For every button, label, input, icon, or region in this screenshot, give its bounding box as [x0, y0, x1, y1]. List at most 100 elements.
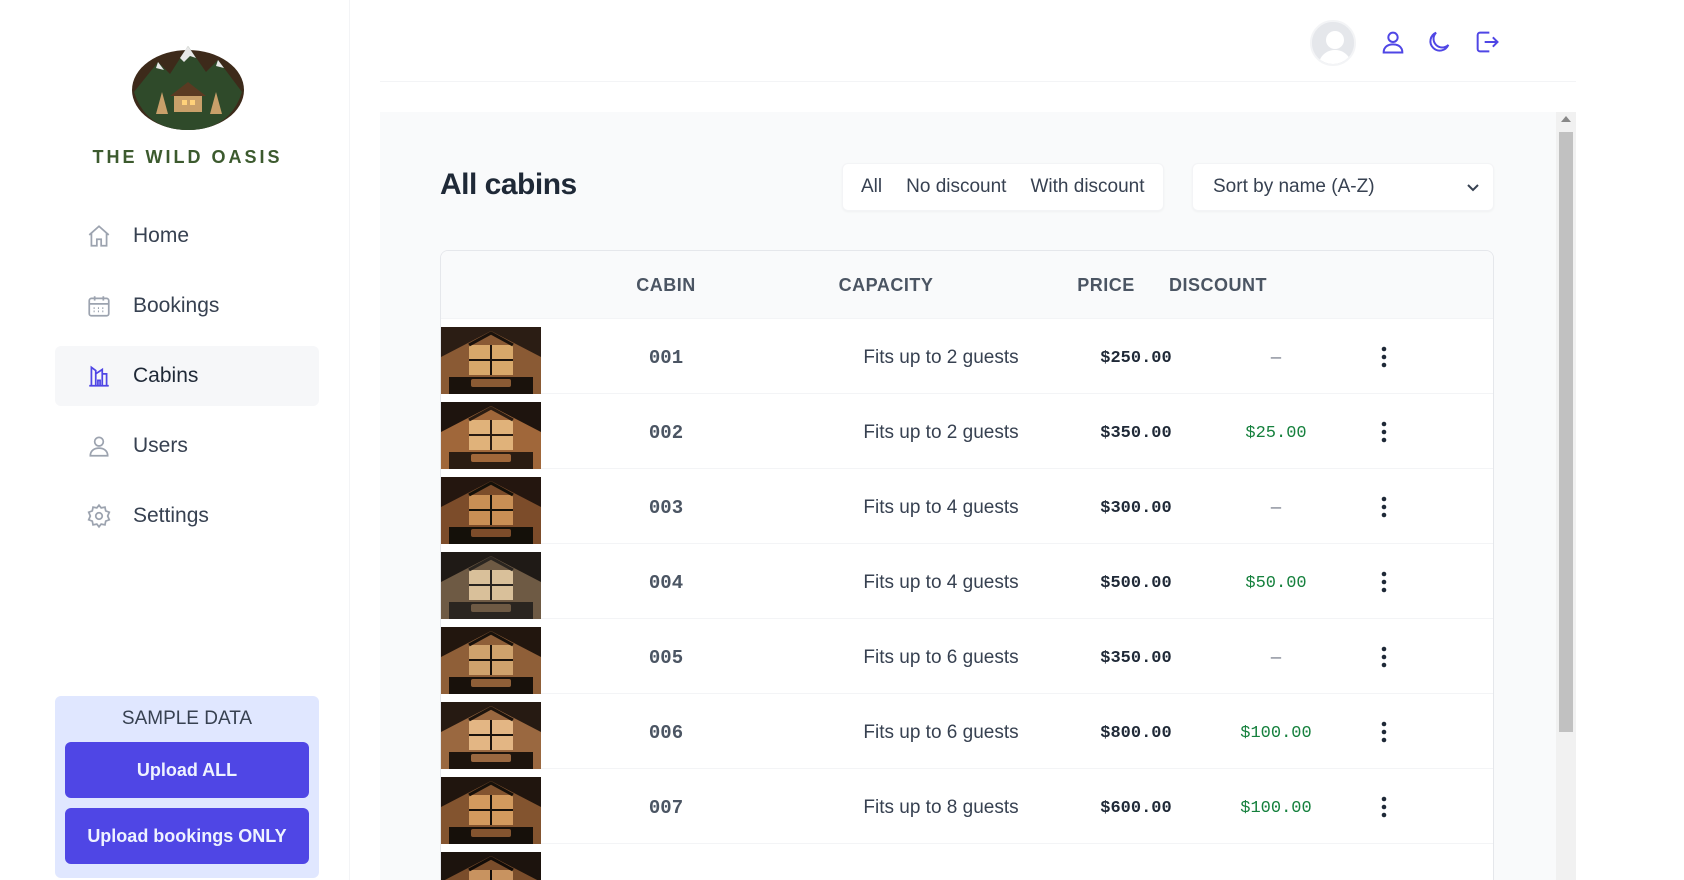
scrollbar[interactable] — [1556, 112, 1576, 880]
table-row: 003 Fits up to 4 guests $300.00 — — [441, 469, 1493, 544]
table-row: 007 Fits up to 8 guests $600.00 $100.00 — [441, 769, 1493, 844]
cabin-price: $600.00 — [1100, 799, 1172, 818]
cabin-name: 006 — [648, 722, 684, 744]
cabin-image — [441, 402, 541, 469]
upload-bookings-button[interactable]: Upload bookings ONLY — [65, 808, 309, 864]
brand-name: THE WILD OASIS — [92, 147, 283, 167]
cabin-discount: $100.00 — [1240, 799, 1312, 818]
cabin-icon — [85, 362, 113, 390]
kebab-menu-icon — [1381, 571, 1387, 593]
cabin-price: $350.00 — [1100, 649, 1172, 668]
upload-all-button[interactable]: Upload ALL — [65, 742, 309, 798]
row-menu-button[interactable] — [1371, 418, 1397, 446]
nav-item-settings[interactable]: Settings — [55, 486, 319, 546]
cabin-capacity: Fits up to 4 guests — [863, 497, 1019, 518]
avatar[interactable] — [1310, 20, 1356, 66]
row-menu-button[interactable] — [1371, 718, 1397, 746]
main-nav: Home Bookings Cabins Users Settings — [55, 206, 319, 556]
scroll-thumb[interactable] — [1559, 132, 1573, 732]
scroll-up-arrow[interactable] — [1561, 116, 1571, 122]
cabin-price: $800.00 — [1100, 724, 1172, 743]
cabin-image — [441, 777, 541, 844]
column-header-discount: DISCOUNT — [1169, 275, 1267, 295]
logout-icon[interactable] — [1473, 28, 1501, 56]
cabin-capacity: Fits up to 8 guests — [863, 797, 1019, 818]
cabin-price: $500.00 — [1100, 574, 1172, 593]
cabins-table: CABIN CAPACITY PRICE DISCOUNT 001 Fits u… — [440, 250, 1494, 880]
table-row: 004 Fits up to 4 guests $500.00 $50.00 — [441, 544, 1493, 619]
cabin-capacity: Fits up to 2 guests — [863, 422, 1019, 443]
cabin-name: 005 — [648, 647, 684, 669]
table-header: CABIN CAPACITY PRICE DISCOUNT — [441, 251, 1493, 319]
cabin-discount: — — [1270, 649, 1282, 668]
cabin-image — [441, 852, 541, 880]
nav-label: Settings — [133, 504, 209, 527]
gear-icon — [85, 502, 113, 530]
sample-data-title: SAMPLE DATA — [121, 708, 253, 729]
cabin-discount: — — [1270, 349, 1282, 368]
nav-label: Cabins — [133, 364, 199, 387]
moon-icon[interactable] — [1425, 28, 1453, 56]
app: THE WILD OASIS Home Bookings Cabins User… — [0, 0, 1684, 880]
sort-select[interactable]: Sort by name (A-Z) — [1192, 163, 1494, 211]
kebab-menu-icon — [1381, 421, 1387, 443]
table-row — [441, 844, 1493, 880]
cabin-discount: $100.00 — [1240, 724, 1312, 743]
nav-item-home[interactable]: Home — [55, 206, 319, 266]
filter-with-discount-button[interactable]: With discount — [1018, 176, 1156, 198]
column-header-price: PRICE — [1077, 275, 1135, 295]
user-icon[interactable] — [1379, 28, 1407, 56]
row-menu-button[interactable] — [1371, 493, 1397, 521]
table-body: 001 Fits up to 2 guests $250.00 — 002 Fi… — [441, 319, 1493, 880]
cabin-discount: — — [1270, 499, 1282, 518]
cabin-capacity: Fits up to 6 guests — [863, 722, 1019, 743]
nav-item-bookings[interactable]: Bookings — [55, 276, 319, 336]
table-row: 005 Fits up to 6 guests $350.00 — — [441, 619, 1493, 694]
filter-no-discount-button[interactable]: No discount — [894, 176, 1018, 198]
nav-label: Home — [133, 224, 190, 247]
page-title: All cabins — [440, 168, 577, 201]
row-menu-button[interactable] — [1371, 568, 1397, 596]
cabin-image — [441, 627, 541, 694]
column-header-cabin: CABIN — [636, 275, 696, 295]
kebab-menu-icon — [1381, 646, 1387, 668]
column-header-capacity: CAPACITY — [838, 275, 934, 295]
cabin-image — [441, 477, 541, 544]
cabin-image — [441, 552, 541, 619]
table-row: 006 Fits up to 6 guests $800.00 $100.00 — [441, 694, 1493, 769]
cabin-capacity: Fits up to 2 guests — [863, 347, 1019, 368]
sort-select-value: Sort by name (A-Z) — [1213, 176, 1375, 197]
cabin-image — [441, 327, 541, 394]
cabin-price: $250.00 — [1100, 349, 1172, 368]
cabin-name: 004 — [648, 572, 684, 594]
cabin-price: $350.00 — [1100, 424, 1172, 443]
row-menu-button[interactable] — [1371, 643, 1397, 671]
cabin-name: 007 — [648, 797, 684, 819]
nav-item-users[interactable]: Users — [55, 416, 319, 476]
table-row: 001 Fits up to 2 guests $250.00 — — [441, 319, 1493, 394]
discount-filter: All No discount With discount — [842, 163, 1164, 211]
logo — [130, 42, 246, 132]
cabin-name: 003 — [648, 497, 684, 519]
cabin-image — [441, 702, 541, 769]
nav-label: Users — [133, 434, 188, 457]
table-row: 002 Fits up to 2 guests $350.00 $25.00 — [441, 394, 1493, 469]
header — [380, 0, 1576, 82]
main-content: All cabins All No discount With discount… — [380, 112, 1576, 880]
cabin-name: 001 — [648, 347, 684, 369]
chevron-down-icon — [1467, 184, 1479, 192]
row-menu-button[interactable] — [1371, 343, 1397, 371]
kebab-menu-icon — [1381, 346, 1387, 368]
home-icon — [85, 222, 113, 250]
row-menu-button[interactable] — [1371, 793, 1397, 821]
calendar-icon — [85, 292, 113, 320]
filter-all-button[interactable]: All — [849, 176, 894, 198]
sample-data-panel: SAMPLE DATA Upload ALL Upload bookings O… — [55, 696, 319, 878]
cabin-capacity: Fits up to 6 guests — [863, 647, 1019, 668]
user-icon — [85, 432, 113, 460]
cabin-discount: $25.00 — [1245, 424, 1307, 443]
kebab-menu-icon — [1381, 796, 1387, 818]
nav-item-cabins[interactable]: Cabins — [55, 346, 319, 406]
cabin-discount: $50.00 — [1245, 574, 1307, 593]
sidebar: THE WILD OASIS Home Bookings Cabins User… — [0, 0, 350, 880]
